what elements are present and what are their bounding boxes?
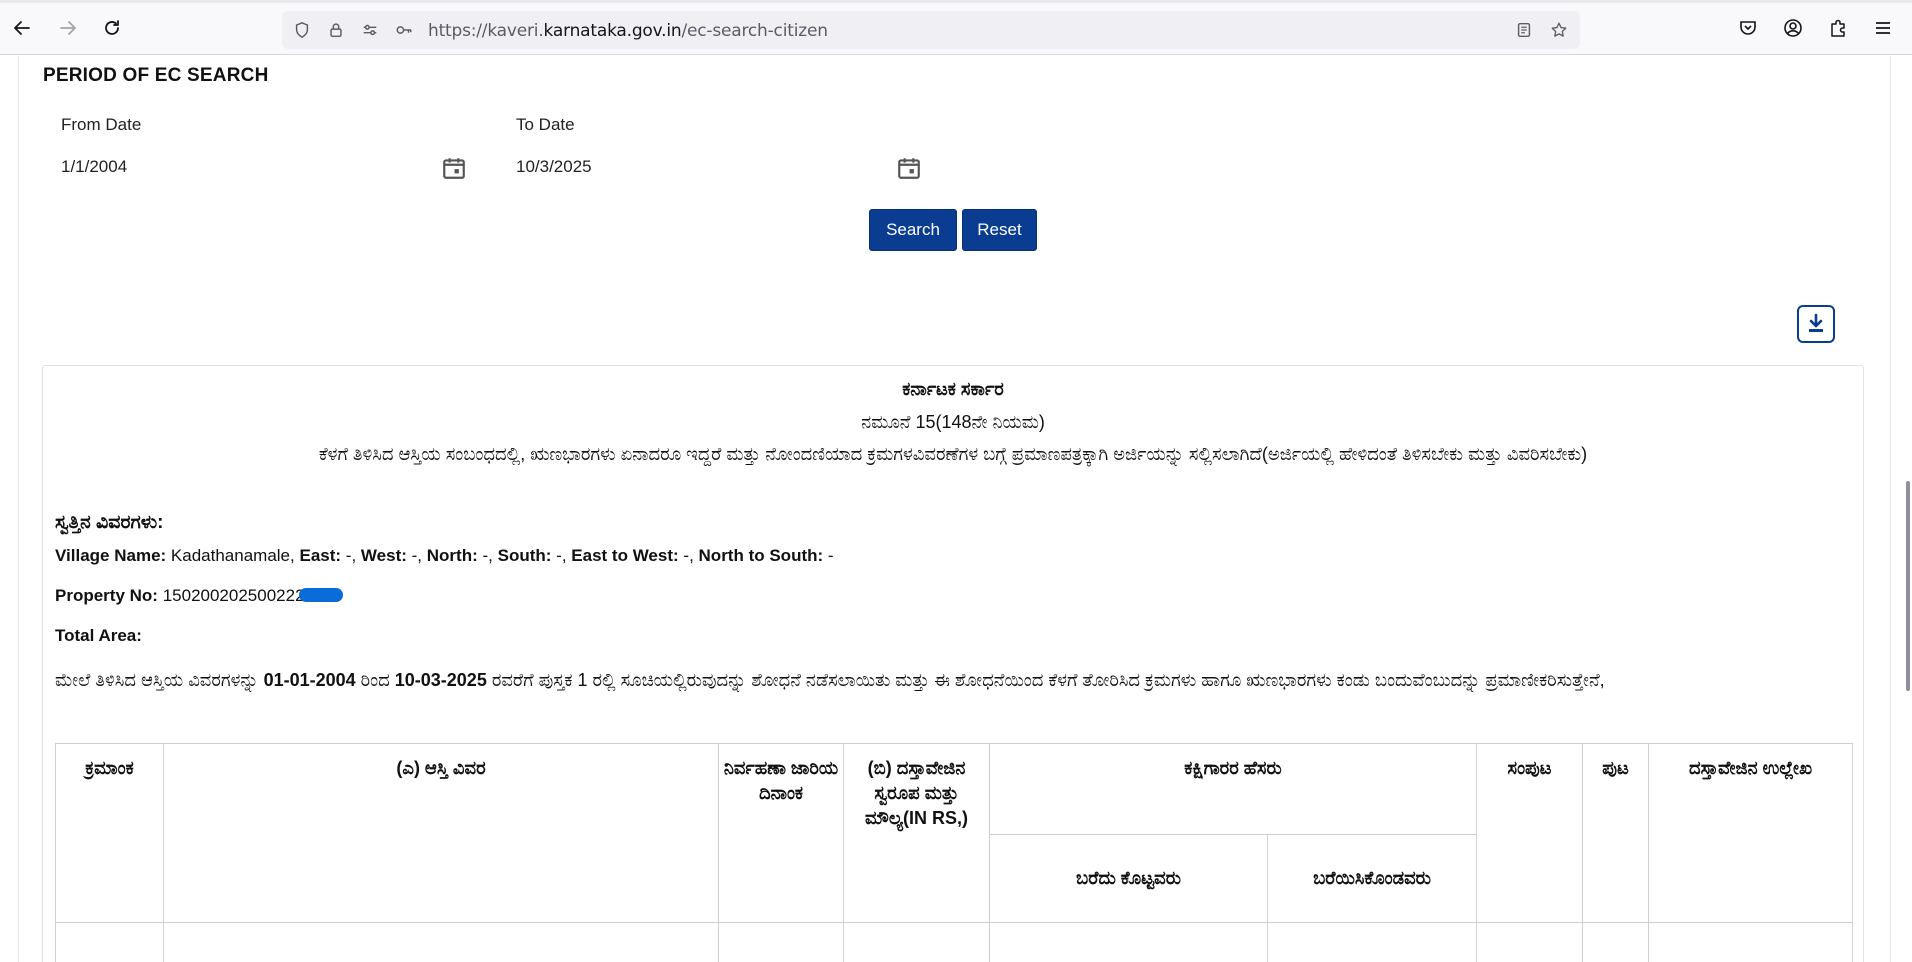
village-label: Village Name:	[55, 546, 167, 565]
statement-text: ರವರೆಗೆ ಪುಸ್ತಕ 1 ರಲ್ಲಿ ಸೂಚಿಯಲ್ಲಿರುವುದನ್ನು…	[486, 670, 1605, 690]
statement-from-date: 01-01-2004	[263, 670, 356, 690]
url-prefix: https://kaveri.	[428, 21, 544, 41]
total-area-label: Total Area:	[55, 626, 142, 645]
col-header-property: (ಎ) ಆಸ್ತಿ ವಿವರ	[163, 743, 719, 923]
property-boundaries: Village Name: Kadathanamale, East: -, We…	[55, 546, 834, 566]
bookmark-star-icon[interactable]	[1549, 20, 1569, 40]
reader-view-icon[interactable]	[1514, 20, 1534, 40]
permissions-icon[interactable]	[360, 20, 380, 40]
account-icon[interactable]	[1780, 15, 1806, 41]
west-value: -,	[411, 546, 423, 565]
table-cell	[1476, 922, 1583, 962]
east-to-west-label: East to West:	[571, 546, 679, 565]
reset-button[interactable]: Reset	[962, 209, 1037, 251]
reload-icon	[105, 20, 119, 35]
download-icon	[1809, 313, 1823, 332]
redaction-mark	[298, 588, 343, 602]
download-button[interactable]	[1797, 305, 1835, 343]
government-title: ಕರ್ನಾಟಕ ಸರ್ಕಾರ	[902, 379, 1004, 399]
property-details-heading: ಸ್ವತ್ತಿನ ವಿವರಗಳು:	[55, 512, 164, 533]
table-cell	[718, 922, 844, 962]
property-number-label: Property No:	[55, 586, 158, 605]
table-row	[55, 922, 1853, 962]
address-bar[interactable]: https://kaveri.karnataka.gov.in/ec-searc…	[282, 11, 1580, 49]
table-cell	[843, 922, 990, 962]
back-button[interactable]	[8, 14, 36, 42]
west-label: West:	[360, 546, 407, 565]
statement-text: ಮೇಲೆ ತಿಳಿಸಿದ ಆಸ್ತಿಯ ವಿವರಗಳನ್ನು	[55, 670, 264, 690]
tab-strip-edge	[0, 0, 1912, 3]
forward-button[interactable]	[54, 14, 82, 42]
col-header-page: ಪುಟ	[1582, 743, 1649, 923]
south-value: -,	[556, 546, 567, 565]
lock-icon[interactable]	[326, 20, 346, 40]
scrollbar-thumb[interactable]	[1906, 481, 1910, 691]
east-label: East:	[299, 546, 342, 565]
col-header-volume: ಸಂಪುಟ	[1476, 743, 1583, 923]
extensions-icon[interactable]	[1825, 15, 1851, 41]
property-number-value: 150200202500222	[162, 586, 305, 605]
reload-button[interactable]	[98, 14, 126, 42]
col-header-document-reference: ದಸ್ತಾವೇಜಿನ ಉಲ್ಲೇಖ	[1648, 743, 1853, 923]
from-date-label: From Date	[61, 115, 142, 134]
col-header-executant: ಬರೆದು ಕೊಟ್ಟವರು	[989, 834, 1268, 923]
form-title: ನಮೂನೆ 15(148ನೇ ನಿಯಮ)	[861, 412, 1045, 432]
menu-icon[interactable]	[1870, 15, 1896, 41]
col-header-claimant: ಬರೆಯಿಸಿಕೊಂಡವರು	[1267, 834, 1477, 923]
east-value: -,	[345, 546, 357, 565]
col-header-execution-date: ನಿರ್ವಹಣಾ ಜಾರಿಯ ದಿನಾಂಕ	[718, 743, 844, 923]
north-label: North:	[426, 546, 478, 565]
url-text[interactable]: https://kaveri.karnataka.gov.in/ec-searc…	[428, 21, 828, 41]
certification-statement: ಮೇಲೆ ತಿಳಿಸಿದ ಆಸ್ತಿಯ ವಿವರಗಳನ್ನು 01-01-200…	[55, 668, 1855, 693]
table-cell	[989, 922, 1268, 962]
browser-toolbar: https://kaveri.karnataka.gov.in/ec-searc…	[0, 0, 1912, 55]
statement-to-date: 10-03-2025	[394, 670, 487, 690]
statement-text: ರಿಂದ	[355, 670, 395, 690]
url-path: /ec-search-citizen	[681, 21, 828, 41]
from-date-input[interactable]: 1/1/2004	[61, 148, 481, 188]
to-date-label: To Date	[516, 115, 575, 134]
search-button[interactable]: Search	[869, 209, 957, 251]
url-host: karnataka.gov.in	[543, 21, 682, 41]
to-date-input[interactable]: 10/3/2025	[516, 148, 936, 188]
content-border-left	[18, 56, 19, 962]
key-icon[interactable]	[394, 20, 414, 40]
forward-arrow-icon	[60, 21, 76, 35]
calendar-icon[interactable]	[441, 155, 467, 181]
to-date-value: 10/3/2025	[516, 157, 592, 176]
back-arrow-icon	[14, 21, 30, 35]
section-title: PERIOD OF EC SEARCH	[43, 65, 269, 86]
table-cell	[55, 922, 164, 962]
col-header-serial: ಕ್ರಮಾಂಕ	[55, 743, 164, 923]
col-header-document-nature: (ಬಿ) ದಸ್ತಾವೇಜಿನ ಸ್ವರೂಪ ಮತ್ತು ಮೌಲ್ಯ(IN RS…	[843, 743, 990, 923]
col-header-parties: ಕಕ್ಷಿಗಾರರ ಹೆಸರು	[989, 743, 1477, 835]
total-area-row: Total Area:	[55, 626, 142, 646]
pocket-icon[interactable]	[1735, 15, 1761, 41]
property-number-row: Property No: 150200202500222	[55, 586, 343, 606]
certificate-intro: ಕೆಳಗೆ ತಿಳಿಸಿದ ಆಸ್ತಿಯ ಸಂಬಂಧದಲ್ಲಿ, ಋಣಭಾರಗಳ…	[318, 444, 1588, 464]
page-content: PERIOD OF EC SEARCH From Date 1/1/2004 T…	[0, 56, 1912, 962]
table-cell	[1648, 922, 1853, 962]
tracking-shield-icon[interactable]	[292, 20, 312, 40]
content-border-right	[1890, 56, 1891, 962]
north-to-south-label: North to South:	[698, 546, 824, 565]
table-cell	[1267, 922, 1477, 962]
ec-table: ಕ್ರಮಾಂಕ (ಎ) ಆಸ್ತಿ ವಿವರ ನಿರ್ವಹಣಾ ಜಾರಿಯ ದಿ…	[55, 743, 1853, 962]
table-cell	[163, 922, 719, 962]
calendar-icon[interactable]	[896, 155, 922, 181]
south-label: South:	[497, 546, 552, 565]
table-cell	[1582, 922, 1649, 962]
from-date-value: 1/1/2004	[61, 157, 128, 176]
north-to-south-value: -	[827, 546, 834, 565]
north-value: -,	[482, 546, 493, 565]
east-to-west-value: -,	[683, 546, 694, 565]
ec-certificate: ಕರ್ನಾಟಕ ಸರ್ಕಾರ ನಮೂನೆ 15(148ನೇ ನಿಯಮ) ಕೆಳಗ…	[42, 365, 1864, 962]
village-value: Kadathanamale,	[170, 546, 295, 565]
